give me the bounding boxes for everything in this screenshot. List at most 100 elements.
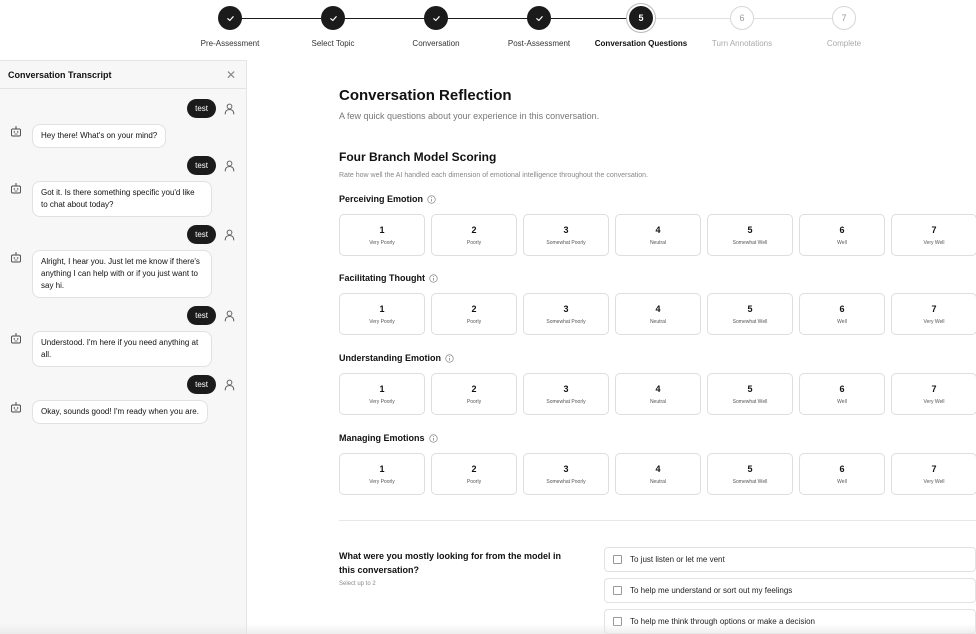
step-label: Complete — [826, 39, 862, 48]
step-2: Select Topic — [273, 6, 393, 48]
rating-option-6[interactable]: 6 Well — [799, 453, 885, 495]
rating-option-1[interactable]: 1 Very Poorly — [339, 214, 425, 256]
choice-label: To just listen or let me vent — [630, 555, 725, 564]
rating-value: 7 — [931, 383, 937, 394]
rating-option-5[interactable]: 5 Somewhat Well — [707, 293, 793, 335]
user-bubble: test — [187, 375, 216, 394]
rating-option-5[interactable]: 5 Somewhat Well — [707, 453, 793, 495]
rating-option-7[interactable]: 7 Very Well — [891, 373, 976, 415]
close-icon[interactable]: ✕ — [226, 68, 236, 82]
rating-label: Poorly — [466, 478, 482, 485]
rating-value: 5 — [747, 303, 753, 314]
rating-value: 3 — [563, 463, 569, 474]
rating-value: 3 — [563, 224, 569, 235]
sidebar-header: Conversation Transcript ✕ — [0, 61, 246, 89]
check-icon — [424, 6, 448, 30]
rating-option-3[interactable]: 3 Somewhat Poorly — [523, 373, 609, 415]
rating-option-6[interactable]: 6 Well — [799, 373, 885, 415]
rating-option-7[interactable]: 7 Very Well — [891, 293, 976, 335]
bot-icon — [10, 402, 24, 413]
question-hint: Select up to 2 — [339, 581, 376, 587]
rating-option-7[interactable]: 7 Very Well — [891, 453, 976, 495]
dimension-name: Perceiving Emotion — [339, 194, 424, 204]
rating-value: 2 — [471, 303, 477, 314]
rating-label: Very Poorly — [369, 478, 395, 485]
bot-bubble: Okay, sounds good! I'm ready when you ar… — [32, 400, 208, 424]
rating-label: Poorly — [466, 398, 482, 405]
check-icon — [218, 6, 242, 30]
rating-option-4[interactable]: 4 Neutral — [615, 293, 701, 335]
bot-message: Got it. Is there something specific you'… — [10, 181, 236, 217]
bot-bubble: Got it. Is there something specific you'… — [32, 181, 212, 217]
rating-option-2[interactable]: 2 Poorly — [431, 373, 517, 415]
bot-bubble: Understood. I'm here if you need anythin… — [32, 331, 212, 367]
dimension-label: Facilitating Thought — [339, 273, 438, 283]
step-label: Select Topic — [311, 39, 355, 48]
checkbox[interactable] — [613, 555, 622, 564]
user-bubble: test — [187, 156, 216, 175]
rating-option-2[interactable]: 2 Poorly — [431, 214, 517, 256]
rating-label: Somewhat Well — [732, 398, 768, 405]
check-icon — [527, 6, 551, 30]
step-number: 6 — [730, 6, 754, 30]
user-icon — [222, 310, 236, 322]
rating-option-4[interactable]: 4 Neutral — [615, 214, 701, 256]
rating-value: 4 — [655, 303, 661, 314]
rating-value: 4 — [655, 383, 661, 394]
rating-value: 6 — [839, 383, 845, 394]
choice-option[interactable]: To help me understand or sort out my fee… — [604, 578, 976, 603]
choice-option[interactable]: To just listen or let me vent — [604, 547, 976, 572]
rating-value: 5 — [747, 383, 753, 394]
rating-value: 4 — [655, 463, 661, 474]
rating-value: 6 — [839, 303, 845, 314]
rating-option-3[interactable]: 3 Somewhat Poorly — [523, 293, 609, 335]
rating-option-2[interactable]: 2 Poorly — [431, 293, 517, 335]
dimension-label: Understanding Emotion — [339, 353, 454, 363]
dimension-name: Understanding Emotion — [339, 353, 441, 363]
rating-value: 3 — [563, 303, 569, 314]
rating-option-6[interactable]: 6 Well — [799, 293, 885, 335]
rating-option-5[interactable]: 5 Somewhat Well — [707, 214, 793, 256]
rating-option-1[interactable]: 1 Very Poorly — [339, 293, 425, 335]
rating-label: Well — [837, 478, 847, 485]
user-icon — [222, 103, 236, 115]
rating-option-4[interactable]: 4 Neutral — [615, 453, 701, 495]
choice-label: To help me understand or sort out my fee… — [630, 586, 793, 595]
info-icon[interactable] — [428, 433, 438, 443]
rating-value: 5 — [747, 463, 753, 474]
user-bubble: test — [187, 99, 216, 118]
checkbox[interactable] — [613, 586, 622, 595]
info-icon[interactable] — [429, 273, 438, 283]
rating-label: Very Well — [923, 478, 945, 485]
rating-option-4[interactable]: 4 Neutral — [615, 373, 701, 415]
rating-option-2[interactable]: 2 Poorly — [431, 453, 517, 495]
rating-label: Neutral — [649, 478, 667, 485]
info-icon[interactable] — [445, 353, 454, 363]
rating-option-5[interactable]: 5 Somewhat Well — [707, 373, 793, 415]
rating-label: Very Well — [923, 398, 945, 405]
message-list: test Hey there! What's on your mind? test G… — [0, 89, 246, 424]
info-icon[interactable] — [427, 194, 436, 204]
rating-option-3[interactable]: 3 Somewhat Poorly — [523, 453, 609, 495]
rating-option-6[interactable]: 6 Well — [799, 214, 885, 256]
rating-value: 4 — [655, 224, 661, 235]
rating-label: Poorly — [466, 318, 482, 325]
bot-message: Understood. I'm here if you need anythin… — [10, 331, 236, 367]
rating-option-3[interactable]: 3 Somewhat Poorly — [523, 214, 609, 256]
user-bubble: test — [187, 306, 216, 325]
rating-label: Well — [837, 398, 847, 405]
rating-value: 1 — [379, 383, 385, 394]
bot-bubble: Alright, I hear you. Just let me know if… — [32, 250, 212, 298]
page-title: Conversation Reflection — [339, 87, 512, 104]
rating-option-1[interactable]: 1 Very Poorly — [339, 373, 425, 415]
rating-value: 2 — [471, 463, 477, 474]
section-subtitle: Rate how well the AI handled each dimens… — [339, 172, 648, 179]
rating-option-7[interactable]: 7 Very Well — [891, 214, 976, 256]
section-title: Four Branch Model Scoring — [339, 150, 497, 164]
rating-option-1[interactable]: 1 Very Poorly — [339, 453, 425, 495]
rating-label: Well — [837, 318, 847, 325]
rating-label: Somewhat Poorly — [546, 478, 586, 485]
rating-value: 1 — [379, 303, 385, 314]
user-icon — [222, 160, 236, 172]
user-message: test — [10, 375, 236, 394]
